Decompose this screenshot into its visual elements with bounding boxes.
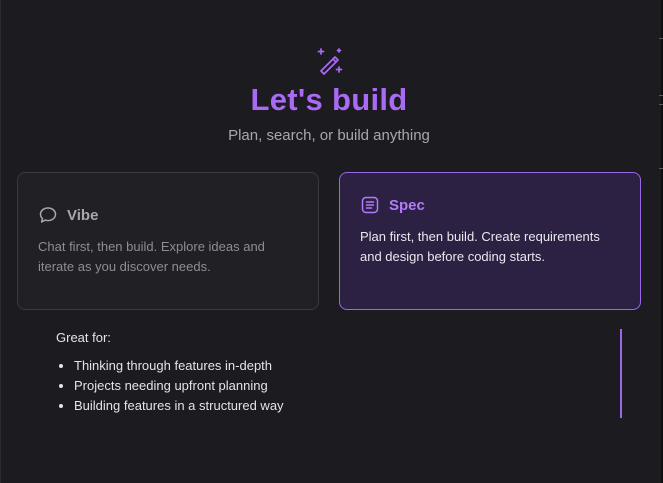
list-item: Projects needing upfront planning (74, 376, 284, 396)
selection-accent-bar (620, 329, 622, 418)
vibe-card-title: Vibe (67, 206, 99, 224)
spec-mode-card[interactable]: Spec Plan first, then build. Create requ… (339, 172, 641, 310)
edge-tick (659, 168, 663, 169)
vibe-mode-card[interactable]: Vibe Chat first, then build. Explore ide… (17, 172, 319, 310)
great-for-heading: Great for: (56, 330, 111, 345)
edge-tick (659, 38, 663, 39)
list-item: Building features in a structured way (74, 396, 284, 416)
spec-card-header: Spec (360, 195, 620, 215)
feature-list: Thinking through features in-depth Proje… (56, 356, 284, 416)
page-title: Let's build (250, 82, 408, 117)
vibe-card-description: Chat first, then build. Explore ideas an… (38, 239, 265, 274)
document-list-icon (361, 196, 379, 214)
chat-bubble-icon (39, 207, 57, 223)
app-panel: Let's build Plan, search, or build anyth… (0, 0, 663, 483)
list-item: Thinking through features in-depth (74, 356, 284, 376)
magic-wand-sparkles-icon (317, 48, 343, 75)
edge-tick (659, 104, 663, 105)
spec-card-title: Spec (389, 196, 425, 214)
edge-tick (659, 95, 663, 96)
spec-card-description: Plan first, then build. Create requireme… (360, 229, 600, 264)
page-subtitle: Plan, search, or build anything (228, 127, 430, 144)
vibe-card-header: Vibe (38, 205, 298, 225)
